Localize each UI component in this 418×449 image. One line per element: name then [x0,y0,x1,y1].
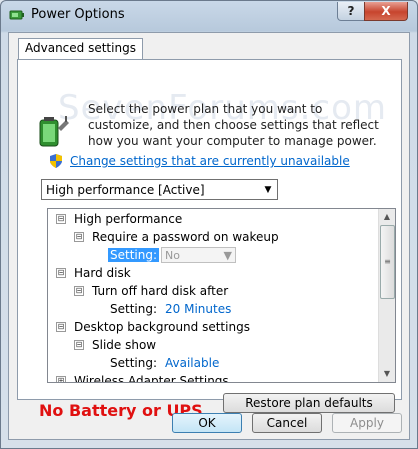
tree-item-label: Slide show [92,338,157,352]
power-plan-value: High performance [Active] [46,182,205,197]
vertical-scrollbar[interactable]: ▲ ≡ ▼ [378,209,395,382]
restore-defaults-button[interactable]: Restore plan defaults [223,393,395,413]
tree-item-turn-off-hard-disk[interactable]: ⊟ Turn off hard disk after [74,282,228,300]
chevron-down-icon: ▼ [264,184,272,195]
setting-label: Setting: [110,302,158,316]
battery-plug-icon [39,116,69,147]
dialog-client-area: Advanced settings SevenForums.com Select… [8,32,410,440]
cancel-button[interactable]: Cancel [252,413,322,433]
power-options-icon [9,10,24,20]
scroll-down-icon[interactable]: ▼ [379,366,395,382]
collapse-icon[interactable]: ⊟ [56,268,66,278]
tree-item-require-password[interactable]: ⊟ Require a password on wakeup [74,228,279,246]
chevron-down-icon: ▼ [223,248,233,262]
tree-item-label: Wireless Adapter Settings [74,374,229,383]
tree-item-setting-password[interactable]: Setting: No ▼ [108,246,237,264]
tree-item-label: High performance [74,212,183,226]
window-title: Power Options [31,7,125,22]
description-text: Select the power plan that you want to c… [88,102,379,148]
apply-button[interactable]: Apply [332,413,402,433]
tree-item-hard-disk[interactable]: ⊟ Hard disk [56,264,131,282]
collapse-icon[interactable]: ⊟ [56,322,66,332]
collapse-icon[interactable]: ⊟ [56,214,66,224]
tree-item-label: Hard disk [74,266,131,280]
tree-item-setting-hard-disk[interactable]: Setting: 20 Minutes [110,300,231,318]
tree-item-wireless-adapter[interactable]: ⊞ Wireless Adapter Settings [56,372,229,383]
setting-value-dropdown[interactable]: No ▼ [161,247,237,263]
uac-shield-icon [50,154,62,168]
power-options-window: Power Options ? X Advanced settings Seve… [0,0,418,449]
close-button[interactable]: X [364,2,408,21]
advanced-settings-panel: SevenForums.com Select the power plan th… [17,59,402,420]
tree-item-label: Desktop background settings [74,320,250,334]
tree-item-high-performance[interactable]: ⊟ High performance [56,210,182,228]
title-bar[interactable]: Power Options ? X [1,1,417,29]
change-settings-link[interactable]: Change settings that are currently unava… [70,154,350,168]
ok-button[interactable]: OK [172,413,242,433]
expand-icon[interactable]: ⊞ [56,376,66,382]
tree-item-label: Require a password on wakeup [92,230,279,244]
scroll-thumb[interactable]: ≡ [380,225,395,299]
tree-item-slide-show[interactable]: ⊟ Slide show [74,336,156,354]
setting-value[interactable]: Available [165,356,219,370]
collapse-icon[interactable]: ⊟ [74,286,84,296]
settings-tree[interactable]: ⊟ High performance ⊟ Require a password … [47,208,396,383]
tab-advanced-settings[interactable]: Advanced settings [18,38,143,59]
setting-value: No [165,248,180,262]
collapse-icon[interactable]: ⊟ [74,232,84,242]
setting-value[interactable]: 20 Minutes [165,302,231,316]
setting-label: Setting: [110,356,158,370]
tree-item-desktop-background[interactable]: ⊟ Desktop background settings [56,318,250,336]
tree-item-label: Turn off hard disk after [92,284,229,298]
setting-label-selected: Setting: [108,248,160,262]
scroll-up-icon[interactable]: ▲ [379,209,395,225]
help-button[interactable]: ? [337,2,365,21]
power-plan-dropdown[interactable]: High performance [Active] ▼ [41,179,278,200]
tree-item-setting-slide-show[interactable]: Setting: Available [110,354,219,372]
collapse-icon[interactable]: ⊟ [74,340,84,350]
